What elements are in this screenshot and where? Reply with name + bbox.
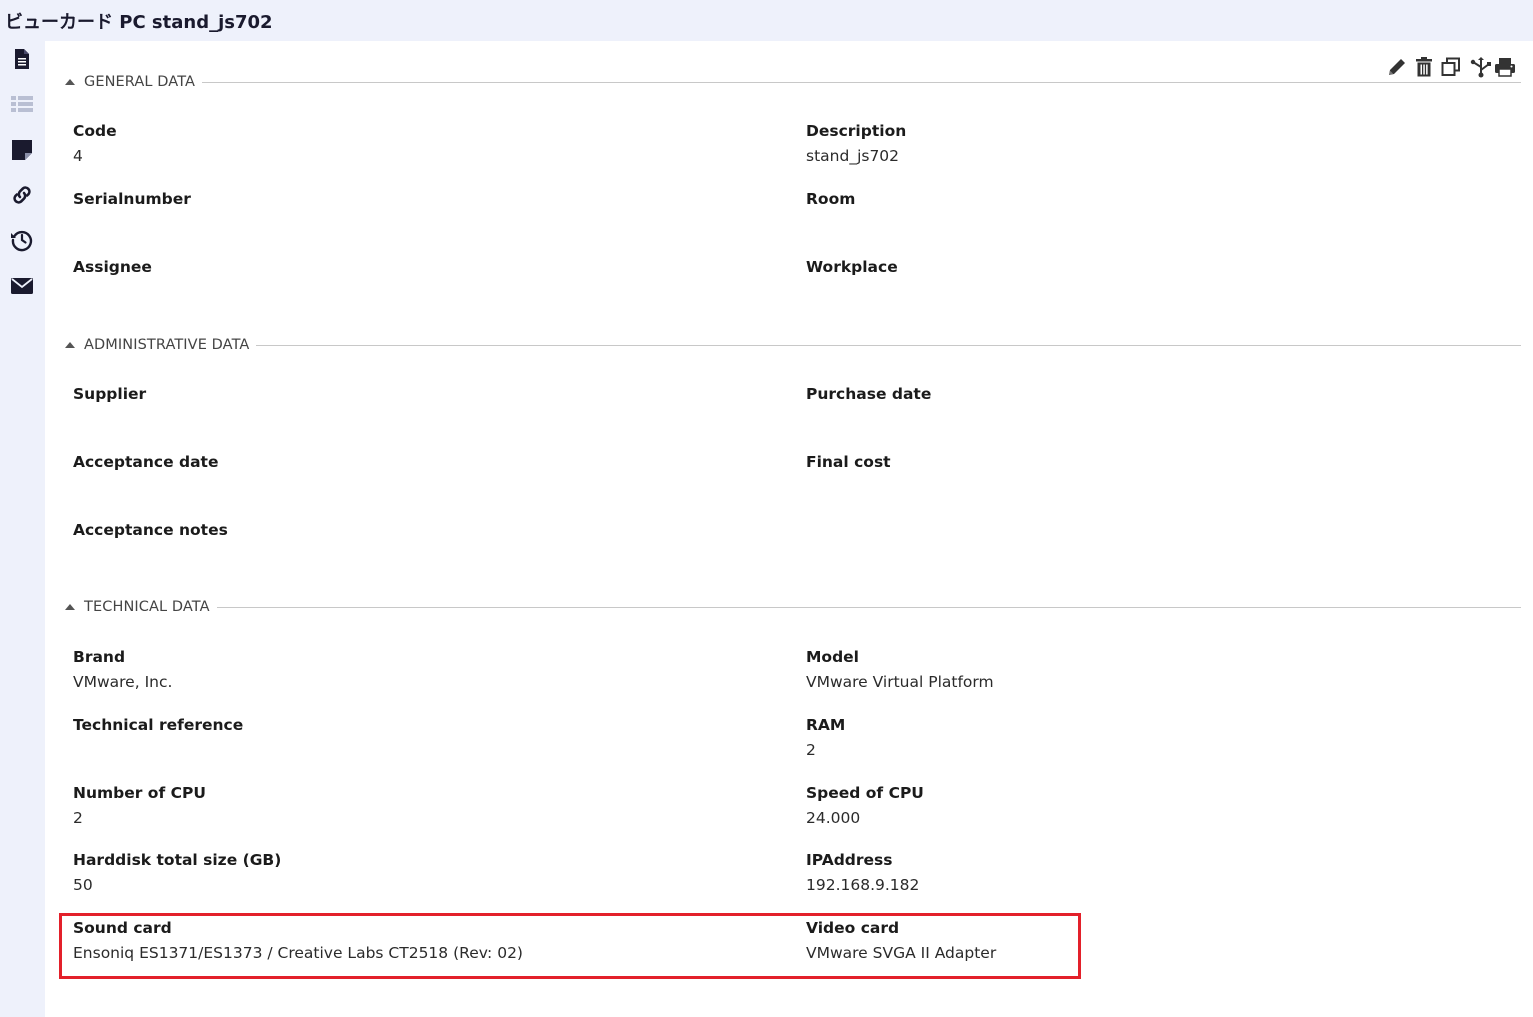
field-supplier: Supplier (73, 383, 773, 430)
section-title: GENERAL DATA (84, 74, 196, 90)
field-acceptance-notes: Acceptance notes (73, 519, 773, 566)
field-final-cost: Final cost (806, 451, 1506, 498)
field-ram: RAM 2 (806, 714, 1506, 761)
field-value: 2 (806, 741, 816, 759)
field-label: Supplier (73, 385, 147, 403)
field-value (806, 281, 1506, 303)
section-general-data[interactable]: GENERAL DATA (64, 72, 1521, 92)
field-value: 192.168.9.182 (806, 876, 920, 894)
field-value: 24.000 (806, 809, 861, 827)
link-icon[interactable] (10, 183, 34, 207)
field-speed-of-cpu: Speed of CPU 24.000 (806, 782, 1506, 829)
field-value (806, 476, 1506, 498)
field-label: Description (806, 122, 907, 140)
field-label: Code (73, 122, 117, 140)
field-model: Model VMware Virtual Platform (806, 646, 1506, 693)
field-value: VMware SVGA II Adapter (806, 944, 997, 962)
field-value: stand_js702 (806, 147, 900, 165)
field-serialnumber: Serialnumber (73, 188, 773, 235)
field-label: Serialnumber (73, 190, 191, 208)
field-label: Purchase date (806, 385, 932, 403)
field-value (73, 213, 773, 235)
field-room: Room (806, 188, 1506, 235)
field-label: RAM (806, 716, 846, 734)
section-divider (256, 344, 1521, 346)
section-technical-data[interactable]: TECHNICAL DATA (64, 597, 1521, 617)
field-value: 4 (73, 147, 83, 165)
sidebar (0, 41, 45, 1017)
page-title: ビューカード PC stand_js702 (5, 12, 273, 33)
field-value (73, 476, 773, 498)
field-workplace: Workplace (806, 256, 1506, 303)
section-title: ADMINISTRATIVE DATA (84, 337, 250, 353)
field-number-of-cpu: Number of CPU 2 (73, 782, 773, 829)
collapse-caret-icon[interactable] (65, 79, 75, 85)
section-administrative-data[interactable]: ADMINISTRATIVE DATA (64, 335, 1521, 355)
field-value (73, 408, 773, 430)
field-value: 2 (73, 809, 83, 827)
section-title: TECHNICAL DATA (84, 599, 210, 615)
field-label: Harddisk total size (GB) (73, 851, 282, 869)
section-divider (216, 606, 1521, 608)
list-icon[interactable] (10, 92, 34, 116)
field-value (73, 544, 773, 566)
section-divider (202, 81, 1521, 83)
field-technical-reference: Technical reference (73, 714, 773, 761)
field-assignee: Assignee (73, 256, 773, 303)
field-purchase-date: Purchase date (806, 383, 1506, 430)
field-brand: Brand VMware, Inc. (73, 646, 773, 693)
field-value: 50 (73, 876, 93, 894)
field-label: Model (806, 648, 859, 666)
field-value (806, 408, 1506, 430)
field-harddisk-total-size: Harddisk total size (GB) 50 (73, 849, 773, 896)
collapse-caret-icon[interactable] (65, 342, 75, 348)
field-label: Acceptance date (73, 453, 219, 471)
field-label: Room (806, 190, 856, 208)
document-icon[interactable] (10, 47, 34, 71)
field-label: Speed of CPU (806, 784, 924, 802)
mail-icon[interactable] (10, 274, 34, 298)
field-value: Ensoniq ES1371/ES1373 / Creative Labs CT… (73, 944, 523, 962)
field-label: Number of CPU (73, 784, 206, 802)
field-value (73, 739, 773, 761)
field-acceptance-date: Acceptance date (73, 451, 773, 498)
field-code: Code 4 (73, 120, 773, 167)
field-video-card: Video card VMware SVGA II Adapter (806, 917, 1506, 964)
note-icon[interactable] (10, 138, 34, 162)
field-label: Assignee (73, 258, 152, 276)
title-bar: ビューカード PC stand_js702 (0, 0, 1533, 41)
collapse-caret-icon[interactable] (65, 604, 75, 610)
field-value (806, 213, 1506, 235)
field-label: Final cost (806, 453, 891, 471)
field-label: Sound card (73, 919, 172, 937)
field-value: VMware Virtual Platform (806, 673, 994, 691)
field-sound-card: Sound card Ensoniq ES1371/ES1373 / Creat… (73, 917, 773, 964)
field-description: Description stand_js702 (806, 120, 1506, 167)
field-label: Brand (73, 648, 126, 666)
field-label: IPAddress (806, 851, 893, 869)
field-label: Workplace (806, 258, 898, 276)
field-label: Technical reference (73, 716, 244, 734)
field-value (73, 281, 773, 303)
field-value: VMware, Inc. (73, 673, 173, 691)
history-icon[interactable] (10, 228, 34, 252)
field-ipaddress: IPAddress 192.168.9.182 (806, 849, 1506, 896)
field-label: Video card (806, 919, 900, 937)
field-label: Acceptance notes (73, 521, 228, 539)
